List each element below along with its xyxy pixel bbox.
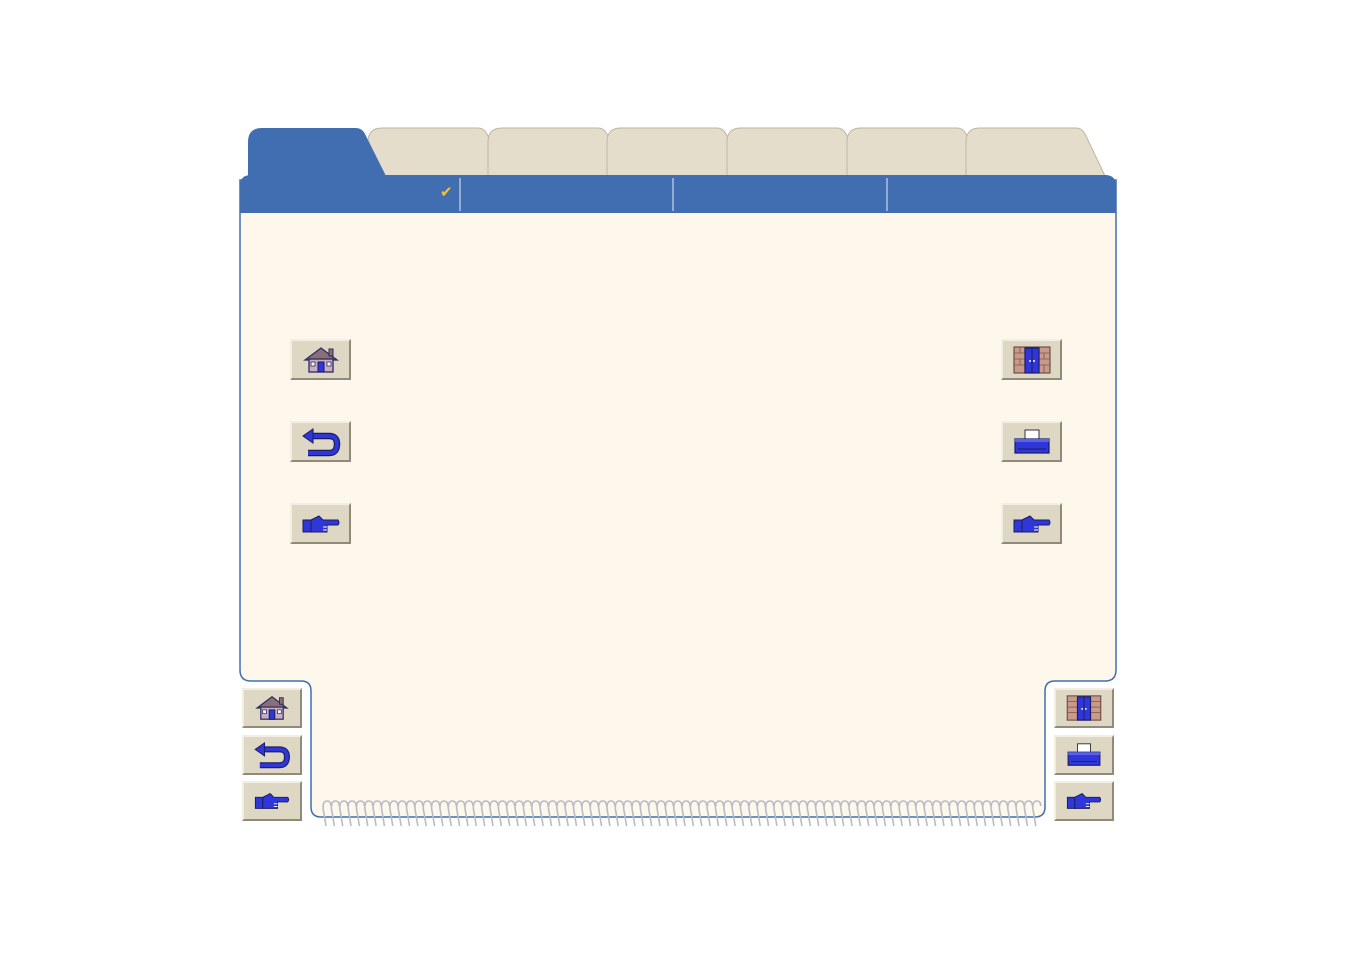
tab-5[interactable] — [726, 127, 868, 179]
printer-icon — [1013, 429, 1050, 454]
check-mark-icon: ✔ — [440, 183, 453, 201]
print-button-small[interactable] — [1054, 735, 1114, 775]
pointer-button-small[interactable] — [1054, 781, 1114, 821]
back-button[interactable] — [290, 421, 351, 462]
notebook-frame — [239, 127, 1117, 827]
manual-page: ✔ — [0, 0, 1351, 954]
back-arrow-icon — [301, 427, 340, 456]
back-arrow-icon — [254, 741, 290, 769]
tab-strip — [248, 127, 1107, 182]
header-segment-2[interactable] — [675, 178, 885, 212]
home-button-small[interactable] — [242, 688, 302, 728]
pointer-button[interactable] — [1001, 503, 1062, 544]
back-button-small[interactable] — [242, 735, 302, 775]
tab-1-active[interactable] — [248, 128, 388, 182]
pointing-hand-icon — [302, 514, 339, 532]
header-segment-3[interactable] — [889, 178, 1114, 212]
home-button[interactable] — [290, 339, 351, 380]
printer-icon — [1067, 743, 1101, 766]
print-button[interactable] — [1001, 421, 1062, 462]
exit-door-icon — [1013, 346, 1050, 374]
pointing-hand-icon — [1066, 793, 1102, 809]
next-button[interactable] — [290, 503, 351, 544]
exit-button-small[interactable] — [1054, 688, 1114, 728]
header-segment-1[interactable] — [462, 178, 672, 212]
home-icon — [255, 696, 289, 720]
pointing-hand-icon — [1013, 514, 1050, 532]
pointing-hand-icon — [254, 793, 290, 809]
exit-door-icon — [1066, 695, 1102, 721]
next-button-small[interactable] — [242, 781, 302, 821]
exit-button[interactable] — [1001, 339, 1062, 380]
page-body — [239, 179, 1117, 818]
tab-2[interactable] — [367, 127, 509, 179]
home-icon — [302, 346, 339, 373]
tab-7[interactable] — [965, 127, 1107, 179]
tab-4[interactable] — [606, 127, 748, 179]
